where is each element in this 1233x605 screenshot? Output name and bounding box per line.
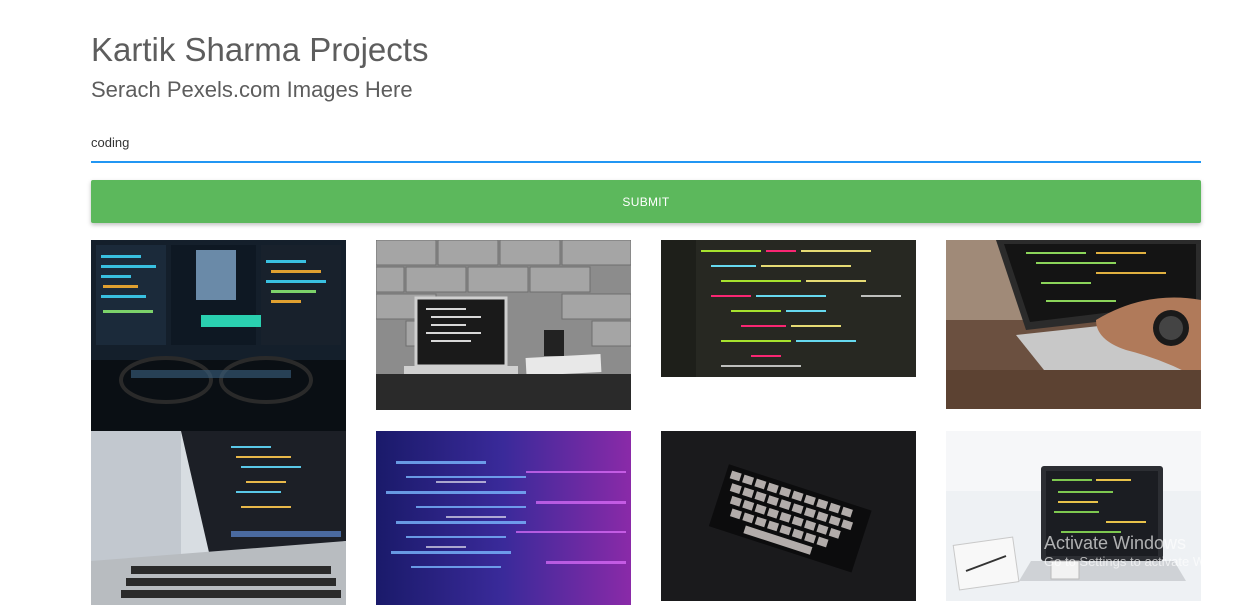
- result-image[interactable]: [91, 431, 346, 605]
- result-image[interactable]: [946, 431, 1201, 601]
- result-image[interactable]: [946, 240, 1201, 409]
- submit-button[interactable]: SUBMIT: [91, 180, 1201, 223]
- result-image[interactable]: [376, 240, 631, 410]
- code-editor-photo: [661, 240, 916, 377]
- page-title: Kartik Sharma Projects: [91, 31, 429, 68]
- laptop-brick-wall-photo: [376, 240, 631, 410]
- search-input[interactable]: [91, 123, 1201, 163]
- backlit-keyboard-photo: [661, 431, 916, 601]
- page-subtitle: Serach Pexels.com Images Here: [91, 77, 413, 102]
- typing-laptop-photo: [946, 240, 1201, 409]
- code-monitor-glasses-photo: [91, 240, 346, 431]
- result-image[interactable]: [661, 431, 916, 601]
- laptop-white-desk-photo: [946, 431, 1201, 601]
- result-image[interactable]: [376, 431, 631, 605]
- result-image[interactable]: [91, 240, 346, 431]
- laptop-keyboard-code-photo: [91, 431, 346, 605]
- result-image[interactable]: [661, 240, 916, 377]
- blurred-code-streaks-photo: [376, 431, 631, 605]
